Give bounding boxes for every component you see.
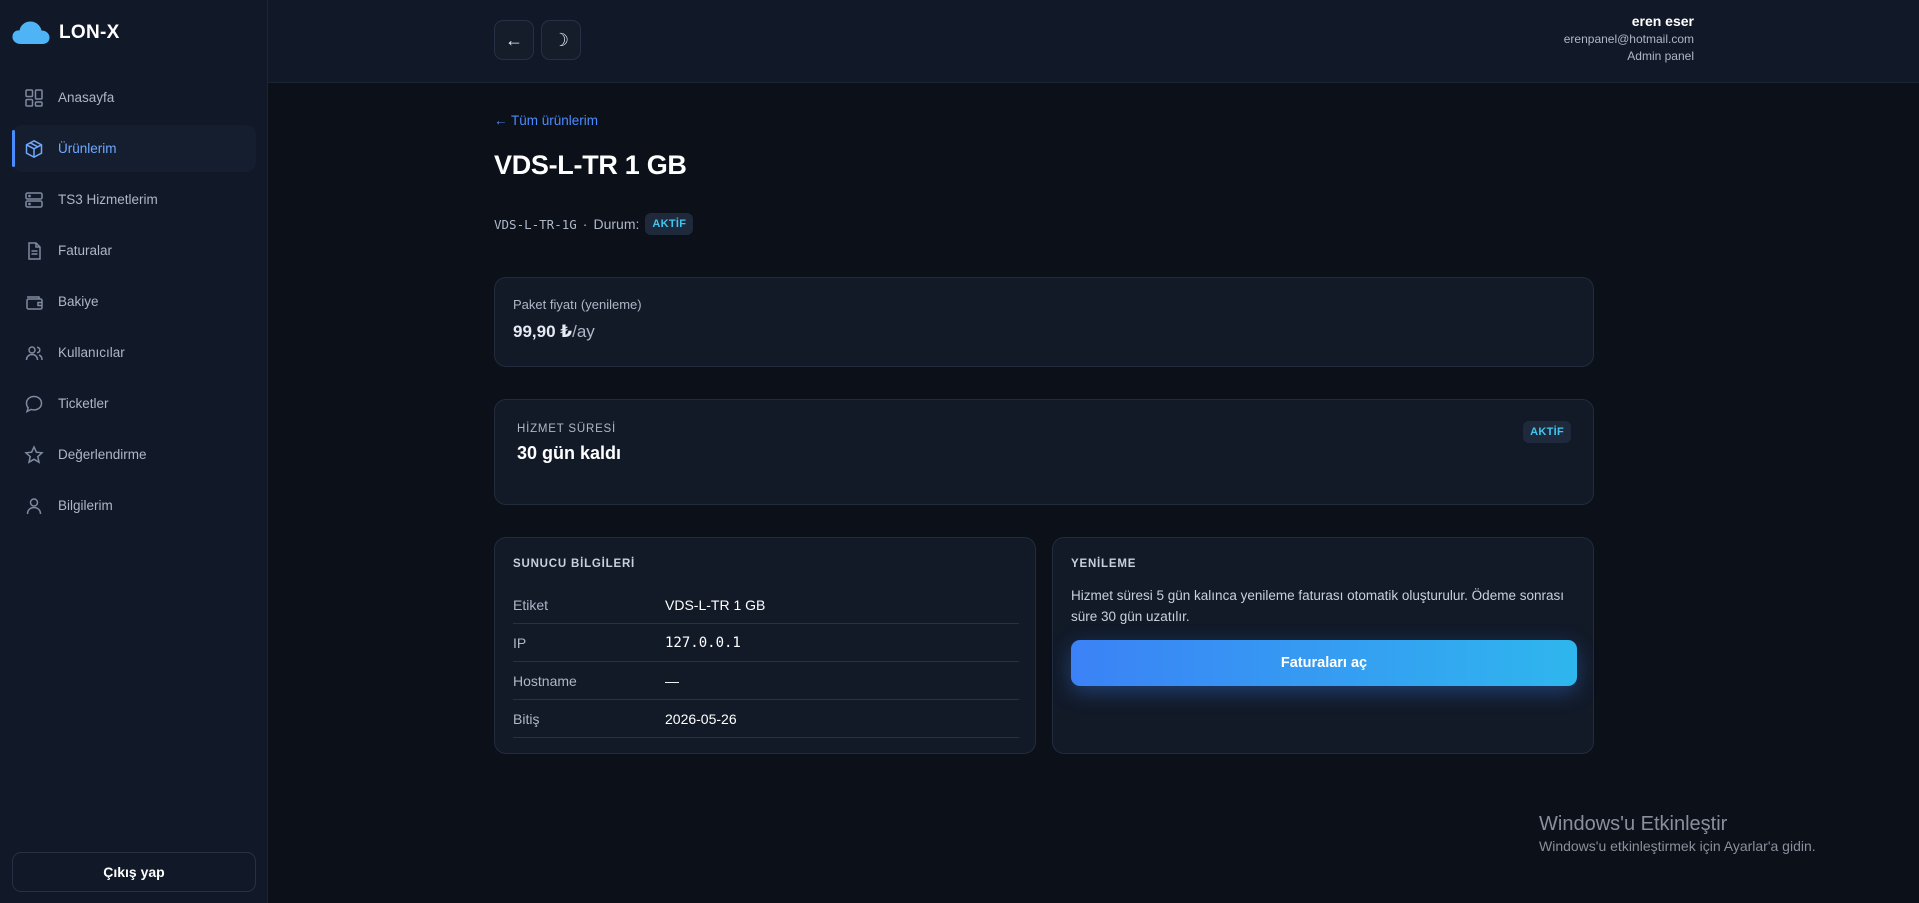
sidebar: LON-X Anasayfa Ürünlerim TS3 Hizmetlerim… [0,0,268,903]
user-email: erenpanel@hotmail.com [1563,32,1694,46]
sidebar-item-bilgilerim[interactable]: Bilgilerim [12,482,256,529]
row-key: IP [513,634,527,651]
sidebar-item-label: Değerlendirme [58,447,147,462]
wallet-icon [24,292,44,312]
status-badge: AKTİF [645,213,694,235]
back-button[interactable]: ← [494,20,534,60]
server-info-row-hostname: Hostname — [513,662,1019,700]
sidebar-item-label: Kullanıcılar [58,345,125,360]
row-key: Etiket [513,596,549,613]
all-products-link[interactable]: ← Tüm ürünlerim [494,113,598,128]
row-value: — [665,672,679,689]
sidebar-item-ticketler[interactable]: Ticketler [12,380,256,427]
topbar: ← ☽ eren eser erenpanel@hotmail.com Admi… [268,0,1919,83]
users-icon [24,343,44,363]
open-invoices-button[interactable]: Faturaları aç [1071,640,1577,686]
sidebar-item-faturalar[interactable]: Faturalar [12,227,256,274]
server-info-row-etiket: Etiket VDS-L-TR 1 GB [513,586,1019,624]
sidebar-item-label: TS3 Hizmetlerim [58,192,158,207]
box-icon [24,139,44,159]
page-title: VDS-L-TR 1 GB [494,150,687,180]
service-duration-label: HİZMET SÜRESİ [517,423,617,435]
cloud-icon [12,21,50,44]
server-info-card: SUNUCU BİLGİLERİ Etiket VDS-L-TR 1 GB IP… [494,537,1036,754]
moon-icon: ☽ [552,29,570,50]
renewal-card: YENİLEME Hizmet süresi 5 gün kalınca yen… [1052,537,1594,754]
server-info-row-ip: IP 127.0.0.1 [513,624,1019,662]
service-duration-card: HİZMET SÜRESİ 30 gün kaldı AKTİF [494,399,1594,505]
user-role: Admin panel [1627,49,1694,63]
price-period: /ay [572,322,595,341]
service-remaining: 30 gün kaldı [517,443,622,463]
logout-button[interactable]: Çıkış yap [12,852,256,892]
user-name: eren eser [1631,13,1694,29]
sidebar-item-label: Anasayfa [58,90,115,105]
sidebar-nav: Anasayfa Ürünlerim TS3 Hizmetlerim Fatur… [12,74,256,533]
sidebar-item-kullanicilar[interactable]: Kullanıcılar [12,329,256,376]
sidebar-item-urunlerim[interactable]: Ürünlerim [12,125,256,172]
sidebar-item-anasayfa[interactable]: Anasayfa [12,74,256,121]
theme-toggle-button[interactable]: ☽ [541,20,581,60]
meta-separator: · [582,216,588,232]
user-info[interactable]: eren eser erenpanel@hotmail.com Admin pa… [1564,13,1694,63]
sidebar-item-label: Ürünlerim [58,141,117,156]
sidebar-item-ts3-hizmetlerim[interactable]: TS3 Hizmetlerim [12,176,256,223]
star-icon [24,444,44,465]
sidebar-item-degerlendirme[interactable]: Değerlendirme [12,431,256,478]
server-info-title: SUNUCU BİLGİLERİ [513,558,636,570]
sidebar-item-label: Bilgilerim [58,498,113,513]
chat-bubble-icon [24,394,44,414]
sidebar-item-label: Bakiye [58,294,99,309]
dashboard-grid-icon [24,88,44,108]
renewal-title: YENİLEME [1071,558,1137,570]
service-status-badge: AKTİF [1523,421,1571,443]
sidebar-item-label: Ticketler [58,396,109,411]
price-card: Paket fiyatı (yenileme) 99,90 ₺/ay [494,277,1594,367]
price-label: Paket fiyatı (yenileme) [513,297,642,312]
row-value: 127.0.0.1 [665,634,741,651]
price-value: 99,90 ₺/ay [513,322,595,342]
user-icon [24,496,44,516]
document-icon [24,241,44,261]
brand-name: LON-X [59,22,120,43]
price-amount: 99,90 ₺ [513,322,573,341]
server-icon [24,190,44,210]
windows-activation-watermark: Windows'u Etkinleştir Windows'u etkinleş… [1539,813,1816,854]
renewal-description: Hizmet süresi 5 gün kalınca yenileme fat… [1071,588,1564,624]
sidebar-item-bakiye[interactable]: Bakiye [12,278,256,325]
row-value: 2026-05-26 [665,710,737,727]
status-label: Durum: [593,216,640,232]
row-key: Bitiş [513,710,540,727]
product-meta: VDS-L-TR-1G · Durum: AKTİF [494,213,694,235]
row-key: Hostname [513,672,577,689]
watermark-subtitle: Windows'u etkinleştirmek için Ayarlar'a … [1539,838,1816,854]
row-value: VDS-L-TR 1 GB [665,596,766,613]
server-info-row-bitis: Bitiş 2026-05-26 [513,700,1019,738]
product-code: VDS-L-TR-1G [494,216,577,232]
brand[interactable]: LON-X [11,17,120,49]
sidebar-item-label: Faturalar [58,243,113,258]
arrow-left-icon: ← [505,29,523,50]
watermark-title: Windows'u Etkinleştir [1539,813,1728,835]
